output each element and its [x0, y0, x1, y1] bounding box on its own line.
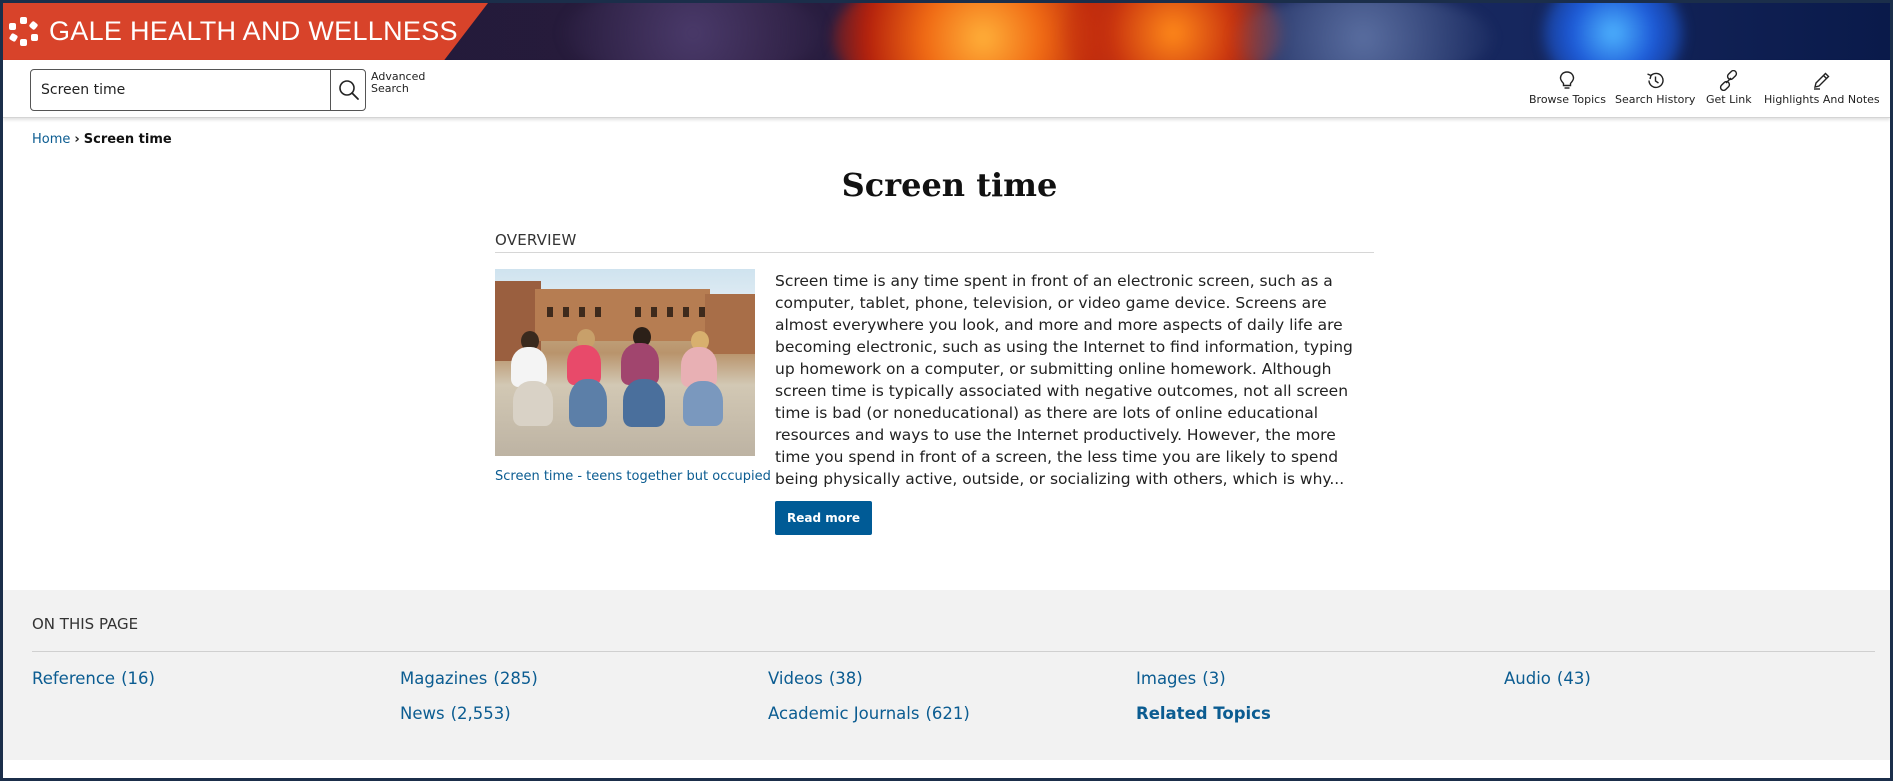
otp-link-count: (3) — [1202, 669, 1226, 688]
otp-link-count: (285) — [493, 669, 538, 688]
get-link-button[interactable]: Get Link — [1706, 70, 1752, 106]
otp-link-label: Images — [1136, 669, 1197, 688]
search-history-label: Search History — [1615, 93, 1696, 106]
otp-link-label: Videos — [768, 669, 823, 688]
otp-link-count: (38) — [828, 669, 863, 688]
advanced-search-link[interactable]: Advanced Search — [371, 71, 441, 95]
search-history-button[interactable]: Search History — [1615, 70, 1695, 106]
otp-link-count: (16) — [121, 669, 155, 688]
chevron-right-icon: › — [74, 132, 80, 147]
otp-link-label: Related Topics — [1136, 704, 1271, 723]
overview-divider — [495, 252, 1374, 253]
otp-link-images[interactable]: Images (3) — [1136, 669, 1226, 688]
search-box — [30, 69, 366, 111]
highlights-notes-button[interactable]: Highlights And Notes — [1764, 70, 1880, 106]
breadcrumb-current: Screen time — [83, 132, 172, 147]
toolbar: Advanced Search Browse Topics Search His… — [3, 60, 1890, 118]
otp-link-related-topics[interactable]: Related Topics — [1136, 704, 1271, 723]
otp-link-label: News — [400, 704, 445, 723]
otp-link-count: (2,553) — [450, 704, 511, 723]
history-icon — [1646, 72, 1664, 89]
overview-heading: OVERVIEW — [495, 231, 577, 249]
brand-link[interactable]: GALE HEALTH AND WELLNESS — [3, 3, 488, 60]
otp-link-audio[interactable]: Audio (43) — [1504, 669, 1591, 688]
otp-link-news[interactable]: News (2,553) — [400, 704, 511, 723]
otp-link-label: Reference — [32, 669, 116, 688]
otp-link-count: (43) — [1556, 669, 1591, 688]
overview-summary: Screen time is any time spent in front o… — [775, 272, 1353, 488]
otp-link-magazines[interactable]: Magazines (285) — [400, 669, 538, 688]
lightbulb-icon — [1560, 71, 1575, 89]
header-banner: GALE HEALTH AND WELLNESS — [3, 3, 1890, 60]
on-this-page-divider — [32, 651, 1875, 652]
link-icon — [1720, 70, 1738, 91]
otp-link-reference[interactable]: Reference (16) — [32, 669, 155, 688]
otp-link-label: Academic Journals — [768, 704, 920, 723]
on-this-page-section: ON THIS PAGE Reference (16) Magazines (285… — [3, 590, 1890, 760]
on-this-page-heading: ON THIS PAGE — [32, 615, 139, 633]
breadcrumb-home-link[interactable]: Home — [32, 132, 70, 147]
pencil-icon — [1814, 72, 1830, 90]
otp-link-videos[interactable]: Videos (38) — [768, 669, 863, 688]
image-caption-link[interactable]: Screen time - teens together but occupie… — [495, 469, 771, 484]
browse-topics-button[interactable]: Browse Topics — [1529, 70, 1606, 106]
brand-title: GALE HEALTH AND WELLNESS — [49, 16, 458, 46]
topic-image[interactable] — [495, 269, 755, 456]
highlights-notes-label: Highlights And Notes — [1764, 93, 1880, 106]
search-icon — [338, 80, 359, 100]
page-title: Screen time — [841, 166, 1058, 204]
get-link-label: Get Link — [1706, 93, 1752, 106]
search-button[interactable] — [330, 70, 366, 110]
search-input[interactable] — [41, 70, 321, 110]
read-more-button[interactable]: Read more — [775, 501, 872, 535]
otp-link-label: Audio — [1504, 669, 1551, 688]
otp-link-count: (621) — [925, 704, 970, 723]
otp-link-label: Magazines — [400, 669, 488, 688]
browse-topics-label: Browse Topics — [1529, 93, 1606, 106]
breadcrumb: Home › Screen time — [32, 132, 172, 147]
otp-link-academic-journals[interactable]: Academic Journals (621) — [768, 704, 970, 723]
gale-logo-icon — [8, 16, 39, 47]
